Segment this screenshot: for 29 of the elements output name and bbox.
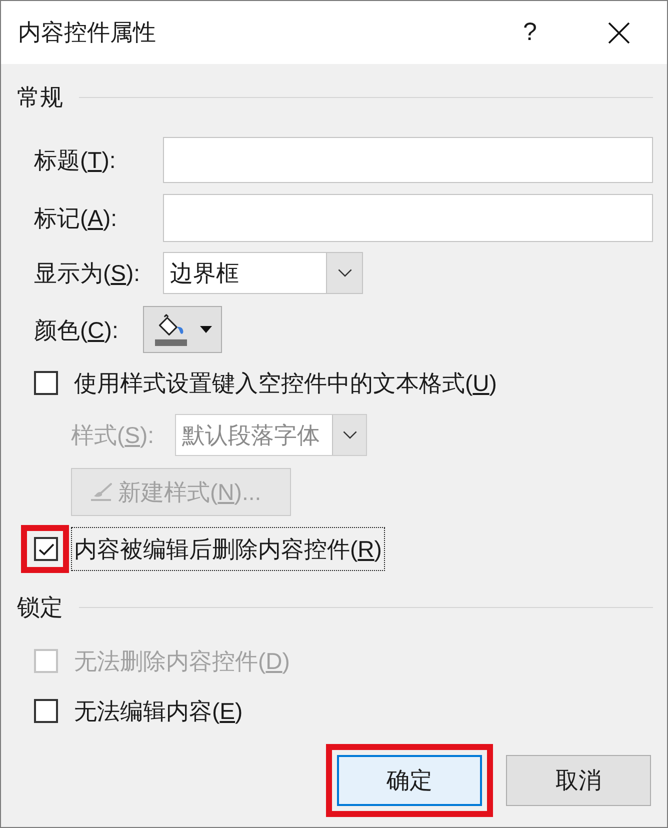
color-picker-button[interactable] [143, 306, 222, 353]
dropdown-field[interactable]: 边界框 [163, 252, 363, 294]
paint-bucket-icon [154, 314, 188, 346]
window-title: 内容控件属性 [18, 18, 157, 47]
group-heading: 常规 [17, 83, 63, 112]
brush-icon [90, 483, 112, 501]
field-label: 显示为(S): [34, 259, 142, 288]
checkmark-icon [38, 542, 54, 556]
chevron-down-icon [338, 269, 352, 277]
field-label: 样式(S): [71, 421, 156, 450]
field-label: 标题(T): [34, 146, 117, 175]
dropdown-arrow-button[interactable] [326, 253, 362, 293]
field-label: 颜色(C): [34, 316, 120, 344]
input-field[interactable] [163, 194, 653, 242]
caret-down-icon [200, 326, 212, 333]
chevron-down-icon [342, 431, 356, 439]
checkbox-label[interactable]: 无法编辑内容(E) [71, 689, 246, 733]
field-label: 标记(A): [34, 204, 118, 233]
group-heading: 锁定 [17, 593, 63, 622]
checkbox[interactable] [34, 371, 58, 395]
dialog-button[interactable]: 取消 [506, 755, 651, 806]
close-icon [608, 22, 630, 44]
checkbox[interactable] [34, 699, 58, 723]
checkbox-label[interactable]: 内容被编辑后删除内容控件(R) [71, 527, 385, 571]
dialog-button[interactable]: 确定 [337, 755, 482, 806]
help-button[interactable]: ? [505, 8, 555, 58]
checkbox-label[interactable]: 使用样式设置键入空控件中的文本格式(U) [71, 361, 500, 405]
input-field[interactable] [163, 137, 653, 183]
checkbox[interactable] [34, 537, 58, 561]
